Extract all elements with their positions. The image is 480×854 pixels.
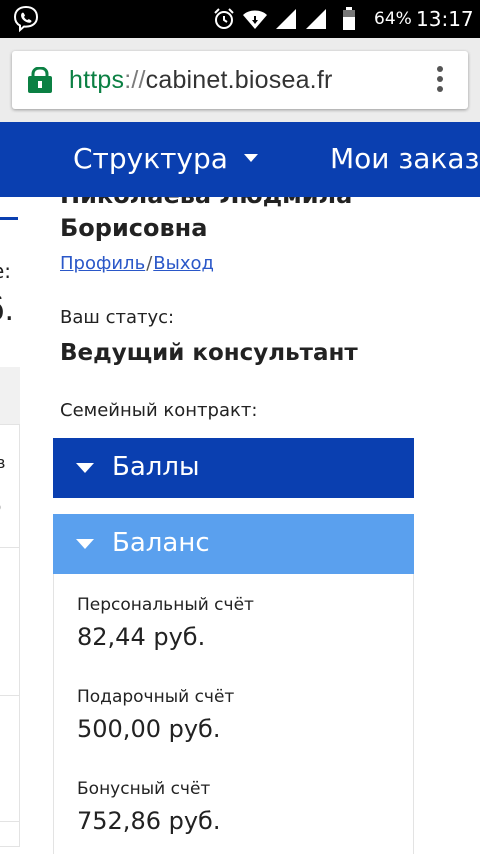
url-separator: :// [124,66,146,94]
clock: 13:17 [416,7,474,31]
balance-panel: Персональный счёт 82,44 руб. Подарочный … [53,574,414,854]
user-name: Николаева Людмила Борисовна [60,197,352,242]
signal-icon-2 [306,9,326,29]
account-label: Персональный счёт [77,595,254,615]
nav-item-label: Структура [73,142,228,175]
nav-item-label: Мои заказы [330,142,480,175]
profile-link[interactable]: Профиль [60,253,145,274]
overflow-menu-icon[interactable] [430,66,450,96]
points-accordion-header[interactable]: Баллы [53,438,414,498]
status-label: Ваш статус: [60,307,175,328]
status-bar: 64% 13:17 [0,0,480,38]
url-text[interactable]: https://cabinet.biosea.fr [69,66,333,95]
browser-toolbar: https://cabinet.biosea.fr [0,38,480,122]
signal-icon [276,9,296,29]
account-label: Подарочный счёт [77,687,235,707]
viber-icon [13,5,39,33]
nav-item-orders[interactable]: Мои заказы [330,142,480,175]
caret-down-icon [76,463,94,473]
site-nav: Структура Мои заказы [0,122,480,197]
battery-icon [343,7,355,30]
logout-link[interactable]: Выход [153,253,214,274]
profile-links: Профиль/Выход [60,253,214,274]
status-icons [212,6,356,32]
alarm-icon [214,8,234,29]
profile-panel: Николаева Людмила Борисовна Профиль/Выхо… [0,197,480,854]
lock-icon[interactable] [28,67,52,93]
caret-down-icon [76,539,94,549]
account-value: 82,44 руб. [77,623,206,651]
accordion-label: Баланс [112,528,210,558]
nav-item-structure[interactable]: Структура [73,142,258,175]
wifi-icon [243,10,267,29]
account-bonus: Бонусный счёт 752,86 руб. [77,779,220,835]
battery-percent: 64% [374,9,412,29]
chevron-down-icon [243,154,258,162]
account-value: 500,00 руб. [77,715,221,743]
address-bar[interactable]: https://cabinet.biosea.fr [12,51,468,109]
family-contract-label: Семейный контракт: [60,400,258,421]
account-label: Бонусный счёт [77,779,211,799]
url-host: cabinet.biosea.fr [145,66,333,94]
balance-accordion-header[interactable]: Баланс [53,514,414,574]
account-personal: Персональный счёт 82,44 руб. [77,595,254,651]
link-separator: / [146,253,153,274]
status-value: Ведущий консультант [60,340,358,366]
account-value: 752,86 руб. [77,807,221,835]
url-scheme: https [69,66,125,94]
accordion-label: Баллы [112,452,200,482]
account-gift: Подарочный счёт 500,00 руб. [77,687,234,743]
